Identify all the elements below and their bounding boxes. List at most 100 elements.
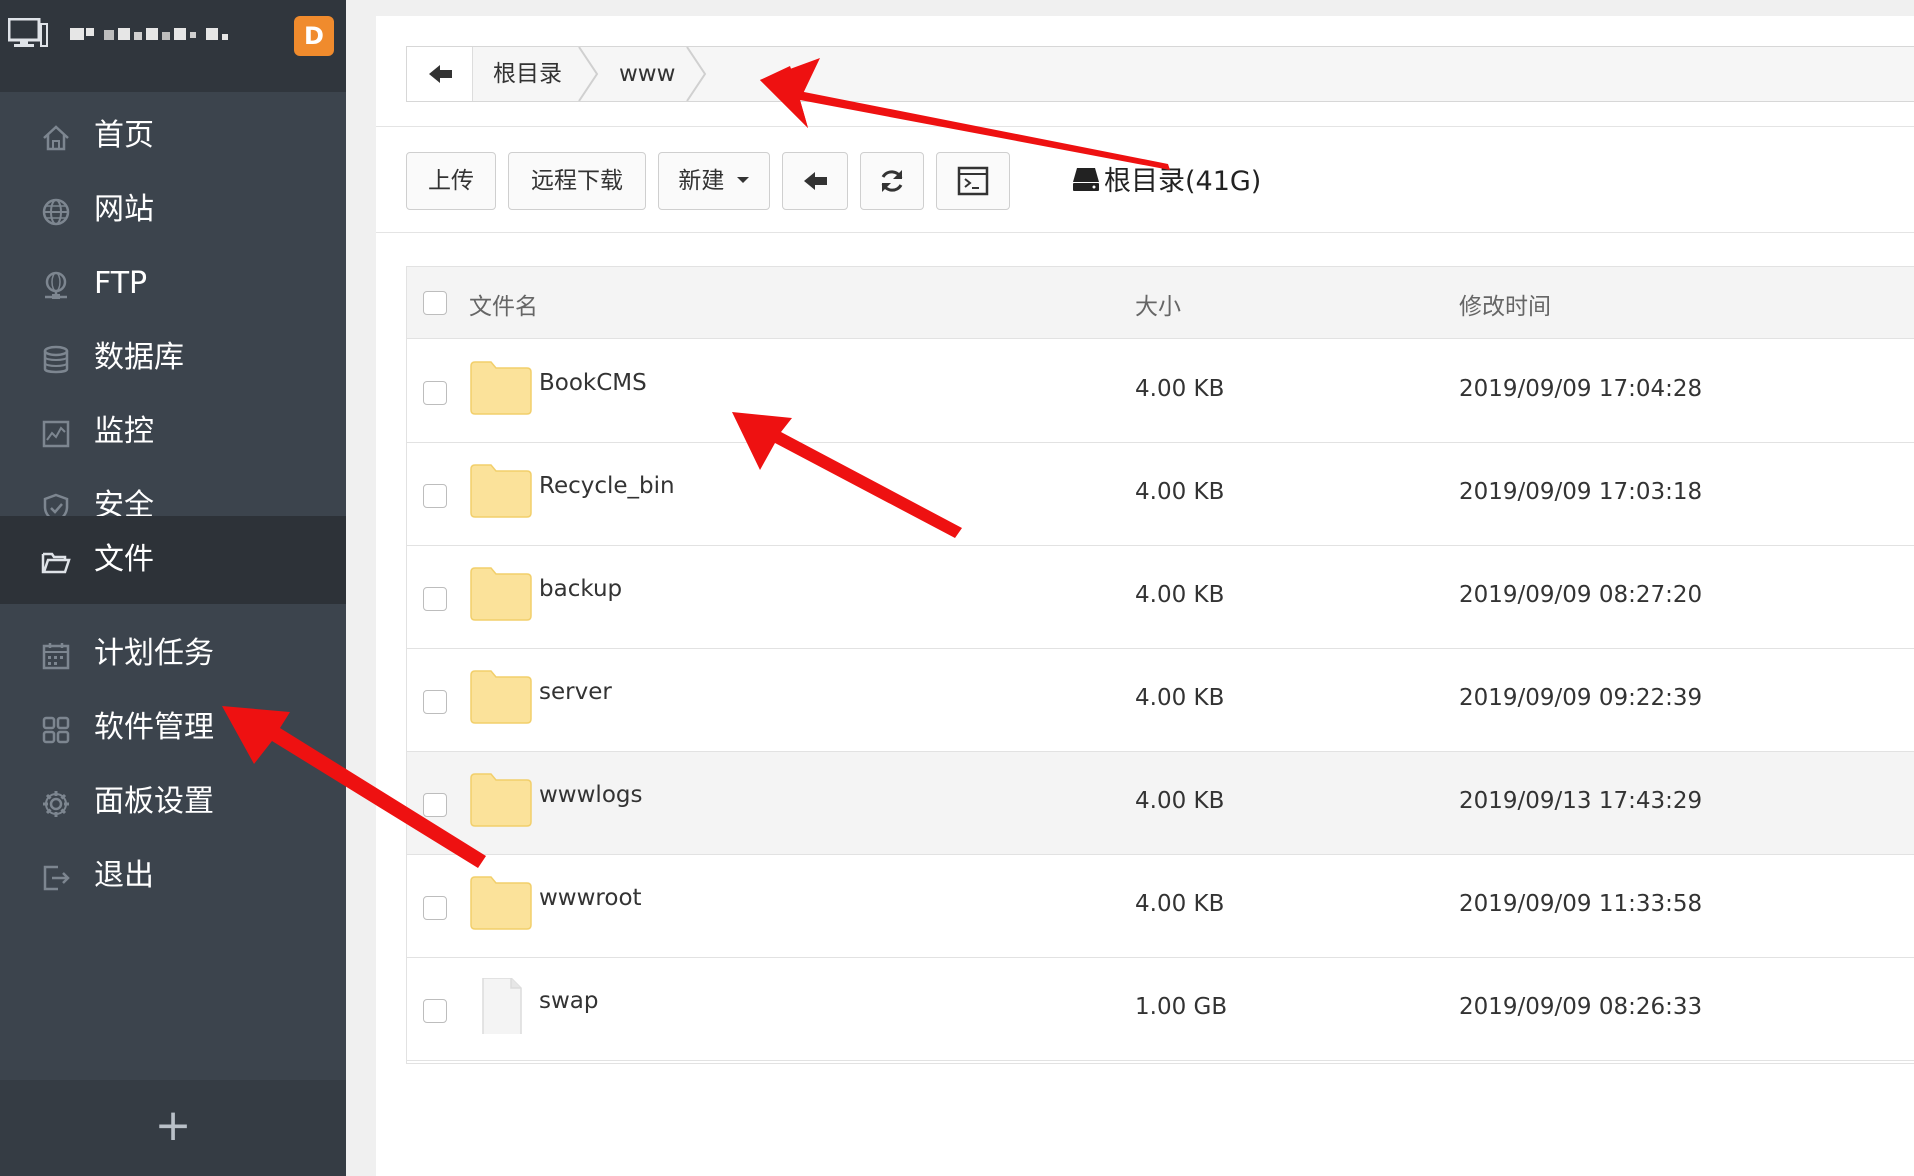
grid-icon bbox=[40, 714, 72, 746]
blurred-brand-logo bbox=[70, 28, 228, 40]
column-header-name[interactable]: 文件名 bbox=[469, 287, 538, 321]
breadcrumb-item-root[interactable]: 根目录 bbox=[493, 47, 562, 101]
row-checkbox[interactable] bbox=[423, 484, 447, 508]
globe-icon bbox=[40, 196, 72, 228]
file-size: 4.00 KB bbox=[1135, 891, 1225, 917]
row-checkbox[interactable] bbox=[423, 690, 447, 714]
table-row[interactable]: server 4.00 KB 2019/09/09 09:22:39 bbox=[407, 649, 1914, 752]
table-row[interactable]: swap 1.00 GB 2019/09/09 08:26:33 bbox=[407, 958, 1914, 1061]
terminal-button[interactable] bbox=[936, 152, 1010, 210]
sidebar-add-button[interactable]: + bbox=[0, 1080, 346, 1176]
caret-down-icon bbox=[736, 177, 749, 183]
sidebar-item-label: 数据库 bbox=[94, 340, 184, 375]
sidebar-item-label: 文件 bbox=[94, 542, 154, 577]
file-size: 1.00 GB bbox=[1135, 994, 1228, 1020]
terminal-icon bbox=[957, 166, 989, 196]
file-name-link[interactable]: wwwlogs bbox=[539, 782, 642, 808]
table-row[interactable]: wwwlogs 4.00 KB 2019/09/13 17:43:29 bbox=[407, 752, 1914, 855]
arrow-left-icon bbox=[804, 172, 827, 190]
new-button-label: 新建 bbox=[678, 168, 725, 194]
file-mtime: 2019/09/09 11:33:58 bbox=[1459, 891, 1703, 917]
divider bbox=[376, 232, 1914, 233]
file-size: 4.00 KB bbox=[1135, 582, 1225, 608]
sidebar-item-label: 退出 bbox=[94, 858, 154, 893]
file-mtime: 2019/09/13 17:43:29 bbox=[1459, 788, 1703, 814]
sidebar-item-files[interactable]: 文件 bbox=[0, 516, 346, 604]
sidebar-item-label: 首页 bbox=[94, 118, 154, 153]
refresh-icon bbox=[881, 170, 903, 192]
remote-download-button[interactable]: 远程下载 bbox=[508, 152, 646, 210]
column-header-size[interactable]: 大小 bbox=[1135, 287, 1181, 321]
breadcrumb-separator-icon bbox=[578, 47, 599, 101]
monitor-chart-icon bbox=[40, 418, 72, 450]
file-name-link[interactable]: BookCMS bbox=[539, 370, 647, 396]
file-name-link[interactable]: server bbox=[539, 679, 612, 705]
row-checkbox[interactable] bbox=[423, 381, 447, 405]
file-size: 4.00 KB bbox=[1135, 376, 1225, 402]
logout-icon bbox=[40, 862, 72, 894]
table-row[interactable]: BookCMS 4.00 KB 2019/09/09 17:04:28 bbox=[407, 340, 1914, 443]
sidebar-item-label: 软件管理 bbox=[94, 710, 214, 745]
row-checkbox[interactable] bbox=[423, 793, 447, 817]
breadcrumb: 根目录 www bbox=[406, 46, 1914, 102]
folder-open-icon bbox=[40, 546, 72, 578]
ftp-icon bbox=[40, 270, 72, 302]
new-dropdown-button[interactable]: 新建 bbox=[658, 152, 770, 210]
calendar-icon bbox=[40, 640, 72, 672]
file-name-link[interactable]: wwwroot bbox=[539, 885, 642, 911]
disk-indicator[interactable]: 根目录(41G) bbox=[1072, 162, 1261, 202]
folder-icon bbox=[470, 464, 532, 518]
file-mtime: 2019/09/09 08:26:33 bbox=[1459, 994, 1703, 1020]
upload-button[interactable]: 上传 bbox=[406, 152, 496, 210]
sidebar-item-label: 网站 bbox=[94, 192, 154, 227]
row-checkbox[interactable] bbox=[423, 896, 447, 920]
file-manager-panel: 根目录 www 上传 远程下载 新建 根目录(41G) 文件名 大小 修改时间 … bbox=[376, 16, 1914, 1176]
folder-icon bbox=[470, 361, 532, 415]
breadcrumb-item-www[interactable]: www bbox=[619, 47, 675, 101]
refresh-button[interactable] bbox=[860, 152, 924, 210]
table-row[interactable]: wwwroot 4.00 KB 2019/09/09 11:33:58 bbox=[407, 855, 1914, 958]
sidebar-item-logout[interactable]: 退出 bbox=[0, 832, 346, 920]
select-all-checkbox[interactable] bbox=[423, 291, 447, 315]
arrow-left-icon bbox=[429, 65, 452, 83]
file-table: 文件名 大小 修改时间 BookCMS 4.00 KB 2019/09/09 1… bbox=[406, 266, 1914, 1064]
file-size: 4.00 KB bbox=[1135, 685, 1225, 711]
file-mtime: 2019/09/09 08:27:20 bbox=[1459, 582, 1703, 608]
file-name-link[interactable]: swap bbox=[539, 988, 599, 1014]
brand-badge: D bbox=[294, 16, 334, 56]
monitor-icon bbox=[8, 18, 48, 47]
database-icon bbox=[40, 344, 72, 376]
gear-icon bbox=[40, 788, 72, 820]
file-mtime: 2019/09/09 09:22:39 bbox=[1459, 685, 1703, 711]
column-header-mtime[interactable]: 修改时间 bbox=[1459, 287, 1551, 321]
file-icon bbox=[482, 978, 522, 1034]
file-name-link[interactable]: Recycle_bin bbox=[539, 473, 675, 499]
back-button[interactable] bbox=[782, 152, 848, 210]
row-checkbox[interactable] bbox=[423, 999, 447, 1023]
sidebar-item-label: 计划任务 bbox=[94, 636, 214, 671]
table-row[interactable]: backup 4.00 KB 2019/09/09 08:27:20 bbox=[407, 546, 1914, 649]
row-checkbox[interactable] bbox=[423, 587, 447, 611]
table-header: 文件名 大小 修改时间 bbox=[407, 267, 1914, 339]
file-mtime: 2019/09/09 17:03:18 bbox=[1459, 479, 1703, 505]
file-size: 4.00 KB bbox=[1135, 479, 1225, 505]
file-size: 4.00 KB bbox=[1135, 788, 1225, 814]
divider bbox=[376, 126, 1914, 127]
folder-icon bbox=[470, 670, 532, 724]
breadcrumb-back-button[interactable] bbox=[407, 47, 473, 101]
breadcrumb-separator-icon bbox=[686, 47, 707, 101]
hdd-icon bbox=[1073, 168, 1099, 191]
sidebar: D 首页 网站 FTP 数据库 监控 安全 文件 计划任务 软件管理 面板设置 … bbox=[0, 0, 346, 1176]
logo-bar: D bbox=[0, 0, 346, 92]
sidebar-item-label: 面板设置 bbox=[94, 784, 214, 819]
folder-icon bbox=[470, 567, 532, 621]
sidebar-item-label: 监控 bbox=[94, 414, 154, 449]
file-mtime: 2019/09/09 17:04:28 bbox=[1459, 376, 1703, 402]
sidebar-item-label: FTP bbox=[94, 266, 148, 301]
folder-icon bbox=[470, 876, 532, 930]
folder-icon bbox=[470, 773, 532, 827]
file-name-link[interactable]: backup bbox=[539, 576, 622, 602]
home-icon bbox=[40, 122, 72, 154]
table-row[interactable]: Recycle_bin 4.00 KB 2019/09/09 17:03:18 bbox=[407, 443, 1914, 546]
disk-label: 根目录(41G) bbox=[1104, 166, 1262, 197]
